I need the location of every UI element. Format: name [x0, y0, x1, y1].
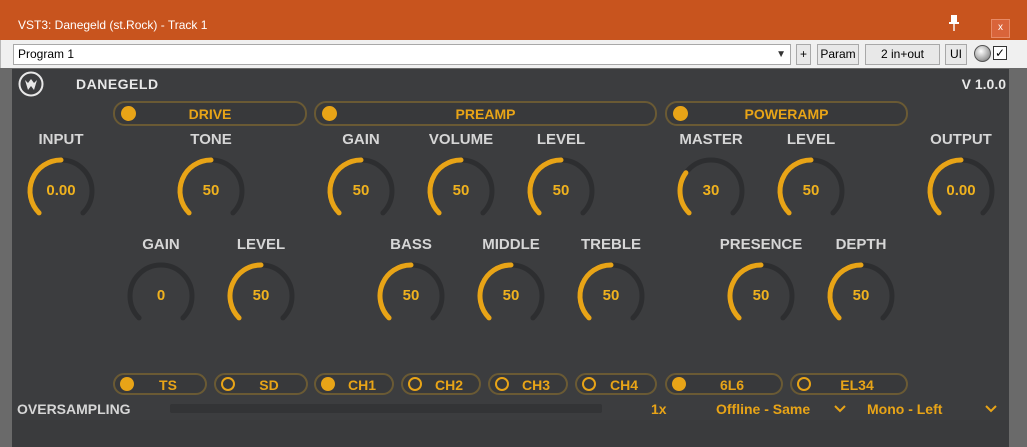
add-preset-button[interactable]: +	[796, 44, 811, 65]
ch2-toggle-label: CH2	[434, 377, 463, 393]
depth-knob-label: DEPTH	[835, 236, 887, 253]
drive-level-label: LEVEL	[236, 236, 286, 253]
presence-knob[interactable]: 50	[724, 259, 798, 333]
depth-knob[interactable]: 50	[824, 259, 898, 333]
input-knob-label: INPUT	[38, 131, 84, 148]
oversampling-label: OVERSAMPLING	[17, 401, 131, 417]
bass-knob[interactable]: 50	[374, 259, 448, 333]
el34-toggle[interactable]: EL34	[790, 373, 908, 395]
preamp-level-knob[interactable]: 50	[524, 154, 598, 228]
presence-knob-value: 50	[752, 287, 770, 304]
param-button[interactable]: Param	[817, 44, 859, 65]
input-knob-value: 0.00	[46, 182, 76, 199]
oversampling-value: 1x	[651, 401, 667, 417]
drive-section-toggle[interactable]: DRIVE	[113, 101, 307, 126]
tone-knob-label: TONE	[190, 131, 232, 148]
sd-toggle[interactable]: SD	[214, 373, 308, 395]
drive-gain-knob[interactable]: 0	[124, 259, 198, 333]
drive-level-knob[interactable]: 50	[224, 259, 298, 333]
bass-knob-value: 50	[402, 287, 420, 304]
treble-knob[interactable]: 50	[574, 259, 648, 333]
preamp-gain-value: 50	[352, 182, 370, 199]
tone-knob-value: 50	[202, 182, 220, 199]
program-select-value: Program 1	[18, 47, 75, 61]
ui-button[interactable]: UI	[945, 44, 967, 65]
plugin-footer	[12, 420, 1009, 447]
ch4-toggle-label: CH4	[609, 377, 638, 393]
wet-knob-icon[interactable]	[974, 45, 991, 62]
sd-toggle-label: SD	[259, 377, 279, 393]
ts-toggle-label: TS	[159, 377, 177, 393]
io-button[interactable]: 2 in+out	[865, 44, 940, 65]
render-mode-dropdown[interactable]: Offline - Same	[716, 401, 810, 417]
preamp-gain-knob[interactable]: 50	[324, 154, 398, 228]
window-title: VST3: Danegeld (st.Rock) - Track 1	[18, 18, 208, 32]
host-toolbar: Program 1 ▼ + Param 2 in+out UI ✓	[0, 40, 1027, 68]
ch1-toggle[interactable]: CH1	[314, 373, 394, 395]
preamp-level-value: 50	[552, 182, 570, 199]
preamp-section-toggle[interactable]: PREAMP	[314, 101, 657, 126]
oversampling-slider[interactable]	[170, 404, 602, 413]
window-titlebar: VST3: Danegeld (st.Rock) - Track 1 x	[0, 0, 1027, 40]
ch2-toggle[interactable]: CH2	[401, 373, 481, 395]
bypass-checkbox[interactable]: ✓	[993, 46, 1007, 60]
tone-knob[interactable]: 50	[174, 154, 248, 228]
treble-knob-value: 50	[602, 287, 620, 304]
ch4-toggle[interactable]: CH4	[575, 373, 657, 395]
drive-gain-value: 0	[156, 287, 166, 304]
close-button[interactable]: x	[991, 19, 1010, 38]
output-knob-label: OUTPUT	[930, 131, 992, 148]
output-knob[interactable]: 0.00	[924, 154, 998, 228]
poweramp-section-toggle[interactable]: POWERAMP	[665, 101, 908, 126]
treble-knob-label: TREBLE	[581, 236, 641, 253]
el34-toggle-label: EL34	[840, 377, 874, 393]
ch3-toggle-label: CH3	[521, 377, 550, 393]
preamp-section-label: PREAMP	[455, 106, 516, 122]
6l6-toggle[interactable]: 6L6	[665, 373, 783, 395]
ch3-toggle[interactable]: CH3	[488, 373, 568, 395]
channel-mode-dropdown[interactable]: Mono - Left	[867, 401, 942, 417]
helmet-logo-icon	[18, 71, 44, 97]
poweramp-level-knob[interactable]: 50	[774, 154, 848, 228]
depth-knob-value: 50	[852, 287, 870, 304]
poweramp-section-label: POWERAMP	[744, 106, 829, 122]
middle-knob[interactable]: 50	[474, 259, 548, 333]
master-knob[interactable]: 30	[674, 154, 748, 228]
ts-toggle[interactable]: TS	[113, 373, 207, 395]
volume-knob-value: 50	[452, 182, 470, 199]
poweramp-level-label: LEVEL	[786, 131, 836, 148]
ch1-toggle-label: CH1	[347, 377, 376, 393]
middle-knob-value: 50	[502, 287, 520, 304]
input-knob[interactable]: 0.00	[24, 154, 98, 228]
volume-knob[interactable]: 50	[424, 154, 498, 228]
plugin-name: DANEGELD	[76, 76, 159, 92]
pin-icon[interactable]	[948, 15, 960, 31]
chevron-down-icon: ▼	[776, 49, 786, 60]
render-mode-chevron-down-icon[interactable]	[833, 402, 847, 414]
preamp-level-label: LEVEL	[536, 131, 586, 148]
output-knob-value: 0.00	[946, 182, 976, 199]
drive-level-value: 50	[252, 287, 270, 304]
channel-mode-chevron-down-icon[interactable]	[984, 402, 998, 414]
drive-section-label: DRIVE	[188, 106, 232, 122]
master-knob-value: 30	[702, 182, 720, 199]
plugin-version: V 1.0.0	[961, 76, 1006, 92]
6l6-toggle-label: 6L6	[719, 377, 745, 393]
program-select[interactable]: Program 1 ▼	[13, 44, 791, 65]
poweramp-level-value: 50	[802, 182, 820, 199]
